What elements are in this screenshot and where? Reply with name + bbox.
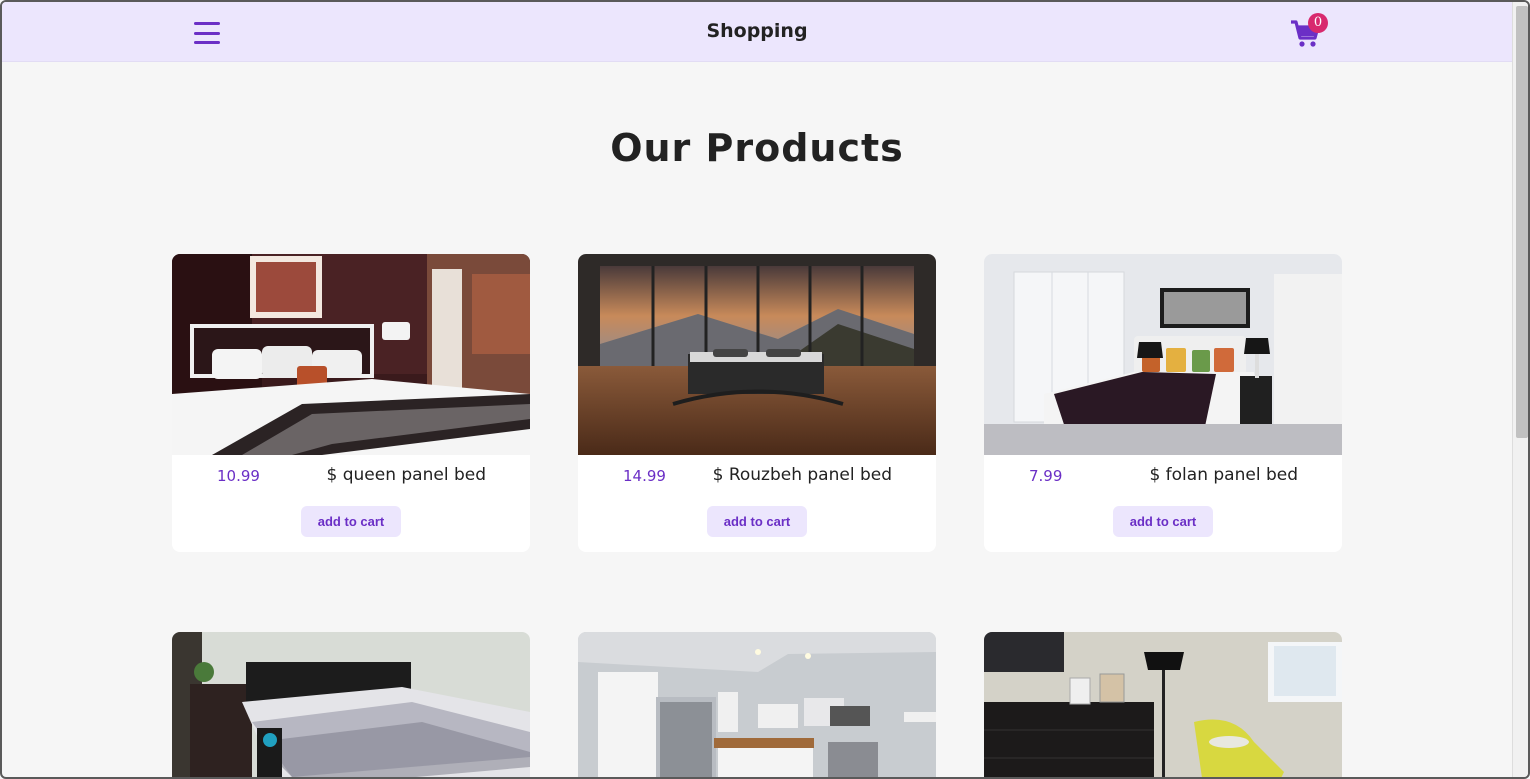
page-title: Our Products bbox=[610, 126, 904, 170]
product-card: 7.99 $ folan panel bed add to cart bbox=[984, 254, 1342, 552]
product-card: 14.99 $ Rouzbeh panel bed add to cart bbox=[578, 254, 936, 552]
brand-title: Shopping bbox=[706, 20, 808, 42]
scrollbar-thumb[interactable] bbox=[1516, 6, 1528, 438]
product-price: 14.99 bbox=[623, 467, 666, 485]
product-image bbox=[578, 254, 936, 455]
product-card bbox=[984, 632, 1342, 777]
product-image bbox=[984, 632, 1342, 777]
product-card: 10.99 $ queen panel bed add to cart bbox=[172, 254, 530, 552]
add-to-cart-button[interactable]: add to cart bbox=[707, 506, 807, 537]
add-to-cart-button[interactable]: add to cart bbox=[301, 506, 401, 537]
vertical-scrollbar[interactable] bbox=[1512, 2, 1528, 777]
product-name: $ queen panel bed bbox=[326, 465, 487, 485]
cart-count-badge: 0 bbox=[1308, 13, 1328, 33]
product-price: 7.99 bbox=[1029, 467, 1063, 485]
product-card bbox=[172, 632, 530, 777]
product-image bbox=[984, 254, 1342, 455]
menu-button[interactable] bbox=[192, 19, 222, 47]
product-name: $ folan panel bed bbox=[1149, 465, 1298, 485]
hamburger-icon-line bbox=[194, 22, 220, 25]
product-image bbox=[172, 632, 530, 777]
product-price: 10.99 bbox=[217, 467, 260, 485]
hamburger-icon-line bbox=[194, 31, 220, 35]
browser-frame: Shopping 0 Our Products 10.99 $ queen pa… bbox=[0, 0, 1530, 779]
product-card bbox=[578, 632, 936, 777]
navbar: Shopping 0 bbox=[2, 2, 1512, 62]
product-name: $ Rouzbeh panel bed bbox=[712, 465, 892, 485]
cart-button[interactable]: 0 bbox=[1290, 13, 1330, 52]
hamburger-icon-line bbox=[194, 41, 220, 44]
product-image bbox=[172, 254, 530, 455]
add-to-cart-button[interactable]: add to cart bbox=[1113, 506, 1213, 537]
product-image bbox=[578, 632, 936, 777]
